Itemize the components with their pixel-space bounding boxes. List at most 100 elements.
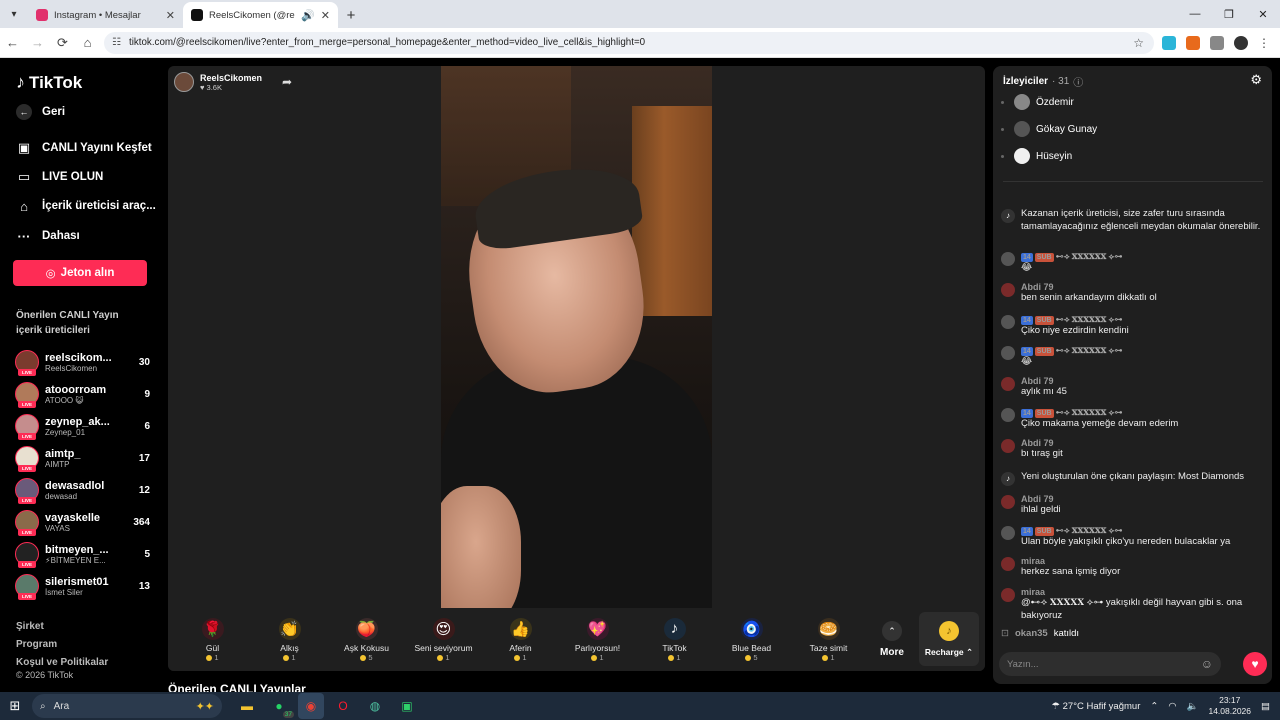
chat-username[interactable]: Abdi 79 — [1021, 282, 1263, 292]
nav-explore-live[interactable]: ▣ CANLI Yayını Keşfet — [16, 140, 152, 156]
avatar[interactable] — [1001, 439, 1015, 453]
extension-icon[interactable] — [1186, 35, 1200, 50]
avatar[interactable] — [1001, 495, 1015, 509]
chat-username[interactable]: miraa — [1021, 587, 1263, 597]
host-name[interactable]: ReelsCikomen — [200, 73, 262, 83]
viewer-item[interactable]: Gökay Gunay — [1001, 121, 1097, 137]
gift-price: 5 — [360, 653, 373, 662]
avatar[interactable] — [1001, 315, 1015, 329]
back-icon[interactable]: ← — [0, 28, 25, 58]
home-icon[interactable]: ⌂ — [75, 28, 100, 58]
suggested-creator[interactable]: LIVE vayaskelle VAYAS 364 — [15, 508, 150, 536]
gift-item[interactable]: 💖 Parlıyorsun! 1 — [559, 610, 636, 670]
avatar[interactable] — [1001, 252, 1015, 266]
kebab-menu-icon[interactable]: ⋮ — [1258, 36, 1270, 50]
chat-message: miraa herkez sana işmiş diyor — [1001, 556, 1263, 579]
close-tab-icon[interactable]: ✕ — [166, 9, 175, 22]
gift-item[interactable]: 🍑 Aşk Kokusu 5 — [328, 610, 405, 670]
gift-item[interactable]: 🧿 Blue Bead 5 — [713, 610, 790, 670]
opera-icon[interactable]: O — [330, 693, 356, 719]
forward-icon[interactable]: → — [25, 28, 50, 58]
recharge-button[interactable]: ♪ Recharge ⌃ — [919, 612, 979, 666]
chat-username[interactable]: Abdi 79 — [1021, 376, 1263, 386]
reload-icon[interactable]: ⟳ — [50, 28, 75, 58]
chat-username[interactable]: miraa — [1021, 556, 1263, 566]
avatar[interactable] — [1001, 588, 1015, 602]
chrome-icon[interactable]: ◉ — [298, 693, 324, 719]
site-info-icon[interactable]: ☷ — [112, 37, 121, 48]
chat-username[interactable]: Abdi 79 — [1021, 494, 1263, 504]
info-icon[interactable]: ⓘ — [1073, 74, 1083, 89]
minimize-icon[interactable]: — — [1178, 0, 1212, 28]
settings-gear-icon[interactable]: ⚙ — [1250, 72, 1262, 88]
audio-icon[interactable]: 🔊 — [301, 9, 315, 22]
notification-icon[interactable]: ▤ — [1261, 701, 1270, 712]
avatar[interactable] — [1001, 557, 1015, 571]
avatar[interactable] — [1001, 377, 1015, 391]
extension-icon[interactable] — [1162, 35, 1176, 50]
suggested-creator[interactable]: LIVE silerismet01 İsmet Siler 13 — [15, 572, 150, 600]
app-icon[interactable]: ▣ — [394, 693, 420, 719]
back-nav[interactable]: ← Geri — [16, 104, 65, 120]
live-video[interactable] — [441, 66, 712, 608]
avatar[interactable] — [1001, 408, 1015, 422]
url-field[interactable]: ☷ tiktok.com/@reelscikomen/live?enter_fr… — [104, 31, 1154, 54]
nav-go-live[interactable]: ▭ LIVE OLUN — [16, 169, 104, 185]
clock[interactable]: 23:17 14.08.2026 — [1208, 695, 1251, 717]
avatar[interactable] — [1001, 526, 1015, 540]
tiktok-logo[interactable]: ♪ TikTok — [16, 72, 82, 93]
gift-item[interactable]: ♪ TikTok 1 — [636, 610, 713, 670]
share-icon[interactable]: ➦ — [282, 75, 292, 89]
more-gifts-button[interactable]: ⌃ More — [867, 621, 917, 658]
profile-avatar[interactable] — [1234, 35, 1248, 50]
volume-icon[interactable]: 🔈 — [1187, 701, 1199, 712]
viewer-item[interactable]: Hüseyin — [1001, 148, 1072, 164]
chat-input[interactable] — [1007, 658, 1201, 670]
gift-item[interactable]: 😍 Seni seviyorum 1 — [405, 610, 482, 670]
emoji-icon[interactable]: ☺ — [1201, 657, 1213, 671]
viewer-count: 9 — [144, 388, 150, 400]
gift-item[interactable]: 🥯 Taze simit 1 — [790, 610, 867, 670]
new-tab-button[interactable]: + — [338, 2, 364, 28]
suggested-creator[interactable]: LIVE bitmeyen_... ⚡BİTMEYEN E... 5 — [15, 540, 150, 568]
get-coins-button[interactable]: ◎ Jeton alın — [13, 260, 147, 286]
creator-name: vayaskelle — [45, 511, 101, 524]
browser-tab-tiktok[interactable]: ReelsCikomen (@reelscikom 🔊 ✕ — [183, 2, 338, 28]
tab-search-icon[interactable]: ▾ — [0, 0, 28, 28]
suggested-creator[interactable]: LIVE zeynep_ak... Zeynep_01 6 — [15, 412, 150, 440]
close-tab-icon[interactable]: ✕ — [321, 9, 330, 22]
restore-icon[interactable]: ❐ — [1212, 0, 1246, 28]
browser-tab-instagram[interactable]: Instagram • Mesajlar ✕ — [28, 2, 183, 28]
close-window-icon[interactable]: ✕ — [1246, 0, 1280, 28]
bookmark-star-icon[interactable]: ☆ — [1133, 36, 1144, 50]
chevron-up-icon[interactable]: ⌃ — [1150, 701, 1158, 712]
host-avatar[interactable] — [174, 72, 194, 92]
creator-nickname: AIMTP — [45, 459, 70, 469]
nav-creator-tools[interactable]: ⌂ İçerik üreticisi araç... — [16, 198, 156, 214]
file-explorer-icon[interactable]: ▬ — [234, 693, 260, 719]
chat-input-row: ☺ — [999, 652, 1221, 676]
suggested-creator[interactable]: LIVE reelscikom... ReelsCikomen 30 — [15, 348, 150, 376]
suggested-creator[interactable]: LIVE aimtp_ AIMTP 17 — [15, 444, 150, 472]
whatsapp-icon[interactable]: ● 37 — [266, 693, 294, 719]
avatar[interactable] — [1001, 283, 1015, 297]
gift-item[interactable]: 👏 Alkış 1 — [251, 610, 328, 670]
nav-more[interactable]: ··· Dahası — [16, 228, 80, 244]
like-heart-button[interactable]: ♥ — [1243, 652, 1267, 676]
footer-link[interactable]: Program — [16, 636, 108, 654]
footer-link[interactable]: Şirket — [16, 618, 108, 636]
weather-icon[interactable]: ☂ 27°C Hafif yağmur — [1051, 701, 1140, 712]
gift-item[interactable]: 👍 Aferin 1 — [482, 610, 559, 670]
taskbar-search[interactable]: ⌕ Ara ✦✦ — [32, 694, 222, 718]
windows-start-icon[interactable]: ⊞ — [0, 692, 30, 720]
viewer-item[interactable]: Özdemir — [1001, 94, 1074, 110]
wifi-icon[interactable]: ◠ — [1168, 701, 1176, 712]
chat-username[interactable]: Abdi 79 — [1021, 438, 1263, 448]
app-icon[interactable]: ◍ — [362, 693, 388, 719]
suggested-creator[interactable]: LIVE atooorroam ATOOO 😺 9 — [15, 380, 150, 408]
suggested-creator[interactable]: LIVE dewasadlol dewasad 12 — [15, 476, 150, 504]
gift-item[interactable]: 🌹 Gül 1 — [174, 610, 251, 670]
avatar[interactable] — [1001, 346, 1015, 360]
chat-text: herkez sana işmiş diyor — [1021, 566, 1121, 577]
puzzle-icon[interactable] — [1210, 35, 1224, 50]
